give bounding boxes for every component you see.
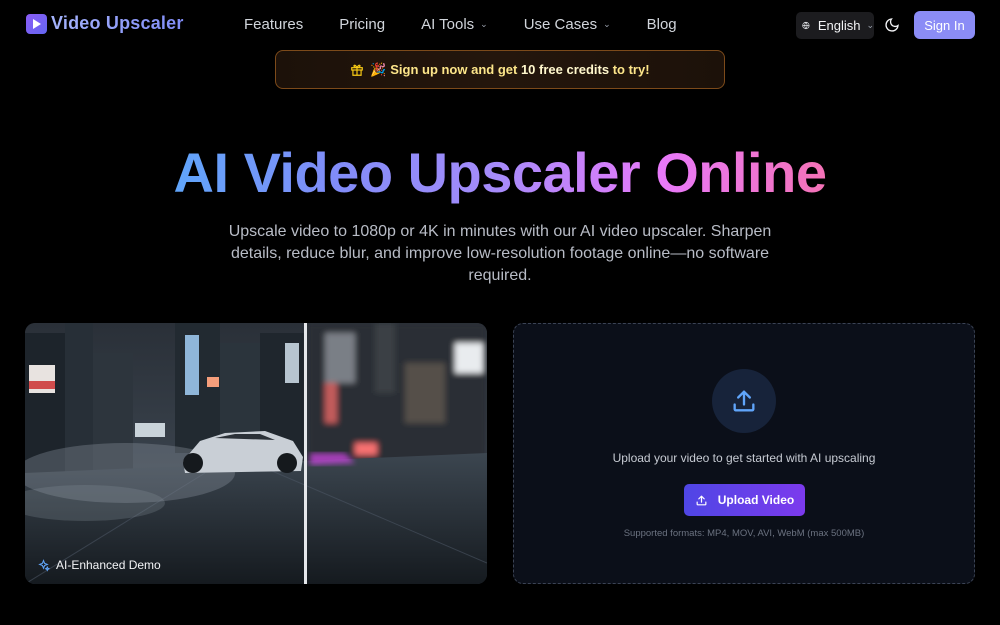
promo-banner[interactable]: 🎉 Sign up now and get 10 free credits to… xyxy=(275,50,725,89)
brand-name: Video Upscaler xyxy=(51,13,184,33)
promo-prefix: 🎉 Sign up now and get xyxy=(370,61,521,77)
demo-video-frame xyxy=(25,323,487,584)
nav-link-use-cases[interactable]: Use Cases ⌄ xyxy=(524,16,611,33)
nav-label: Use Cases xyxy=(523,16,598,33)
nav-link-blog[interactable]: Blog xyxy=(647,16,677,33)
demo-video-comparison[interactable]: AI-Enhanced Demo xyxy=(25,323,487,584)
nav-label: Pricing xyxy=(339,16,386,33)
language-label: English xyxy=(817,18,861,33)
nav-links: Features Pricing AI Tools ⌄ Use Cases ⌄ Bl… xyxy=(244,16,713,33)
comparison-slider-handle[interactable] xyxy=(304,323,307,584)
moon-icon[interactable] xyxy=(884,17,900,33)
sparkles-icon xyxy=(38,558,50,572)
promo-highlight: 10 free credits xyxy=(520,61,610,77)
nav-link-pricing[interactable]: Pricing xyxy=(339,16,385,33)
upload-button-label: Upload Video xyxy=(717,493,795,507)
nav-link-features[interactable]: Features xyxy=(244,16,303,33)
nav-label: AI Tools xyxy=(421,16,475,33)
upload-video-button[interactable]: Upload Video xyxy=(684,484,805,516)
promo-suffix: to try! xyxy=(609,61,650,77)
chevron-down-icon: ⌄ xyxy=(866,20,874,30)
video-logo-icon xyxy=(26,13,47,34)
brand-logo[interactable]: Video Upscaler xyxy=(26,13,184,34)
promo-text: 🎉 Sign up now and get 10 free credits to… xyxy=(370,62,649,78)
upload-prompt: Upload your video to get started with AI… xyxy=(612,451,876,465)
demo-label-text: AI-Enhanced Demo xyxy=(56,558,161,572)
page-title: AI Video Upscaler Online xyxy=(0,140,1000,205)
upload-dropzone[interactable]: Upload your video to get started with AI… xyxy=(513,323,975,584)
upload-icon xyxy=(696,495,707,505)
nav-label: Blog xyxy=(646,16,677,33)
hero-subtitle: Upscale video to 1080p or 4K in minutes … xyxy=(228,223,772,284)
upload-icon-circle xyxy=(712,369,776,433)
language-selector[interactable]: English ⌄ xyxy=(796,12,874,39)
chevron-down-icon: ⌄ xyxy=(480,19,488,29)
nav-label: Features xyxy=(244,16,304,33)
hero-title-text: AI Video Upscaler Online xyxy=(173,141,827,204)
demo-badge: AI-Enhanced Demo xyxy=(37,558,161,572)
top-nav: Video Upscaler Features Pricing AI Tools… xyxy=(0,0,1000,50)
nav-link-ai-tools[interactable]: AI Tools ⌄ xyxy=(421,16,488,33)
sign-in-button[interactable]: Sign In xyxy=(914,11,975,39)
gift-icon xyxy=(351,64,364,76)
chevron-down-icon: ⌄ xyxy=(603,19,611,29)
globe-icon xyxy=(802,21,810,30)
supported-formats: Supported formats: MP4, MOV, AVI, WebM (… xyxy=(623,528,865,539)
upload-icon xyxy=(733,390,755,412)
